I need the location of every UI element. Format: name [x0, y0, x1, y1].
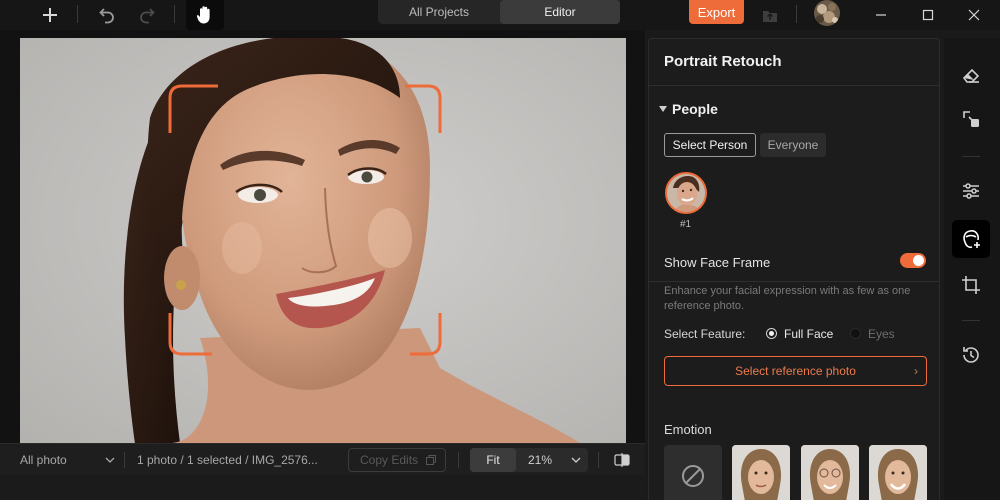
crop-icon[interactable] [952, 266, 990, 304]
filmstrip-area [0, 475, 645, 500]
portrait-photo [20, 38, 626, 443]
top-toolbar: All Projects Editor Export [0, 0, 1000, 30]
divider [174, 5, 175, 23]
tab-all-projects[interactable]: All Projects [378, 0, 500, 24]
eyes-label[interactable]: Eyes [868, 327, 895, 341]
full-face-label[interactable]: Full Face [784, 327, 833, 341]
chevron-down-icon[interactable] [570, 454, 582, 469]
divider [962, 156, 980, 157]
share-icon[interactable] [759, 0, 781, 30]
portrait-retouch-panel: Portrait Retouch People Select Person Ev… [648, 38, 940, 500]
show-face-frame-label: Show Face Frame [664, 255, 771, 270]
hand-tool-icon[interactable] [186, 0, 224, 30]
collapse-triangle-icon [659, 106, 667, 112]
compare-icon[interactable] [614, 444, 630, 476]
tab-editor[interactable]: Editor [500, 0, 620, 24]
zoom-control: Fit 21% [470, 448, 588, 472]
copy-edits-label: Copy Edits [360, 453, 419, 467]
add-icon[interactable] [38, 0, 62, 30]
people-heading: People [672, 101, 718, 117]
divider [796, 5, 797, 23]
detected-person-avatar[interactable] [665, 172, 707, 214]
show-face-frame-toggle[interactable] [900, 253, 926, 268]
emotion-thumbnail[interactable] [869, 445, 927, 500]
emotion-label: Emotion [664, 422, 712, 437]
none-icon [682, 465, 704, 487]
view-switcher: All Projects Editor [378, 0, 620, 24]
close-icon[interactable] [965, 0, 983, 30]
emotion-thumbnail[interactable] [801, 445, 859, 500]
chevron-down-icon[interactable] [104, 444, 116, 476]
undo-icon[interactable] [96, 0, 118, 30]
divider [124, 452, 125, 468]
fit-button[interactable]: Fit [470, 448, 516, 472]
object-removal-icon[interactable] [952, 100, 990, 138]
divider [598, 452, 599, 468]
filter-label: All photo [20, 453, 67, 467]
history-icon[interactable] [952, 336, 990, 374]
select-feature-label: Select Feature: [664, 327, 746, 341]
right-tool-strip [944, 38, 1000, 500]
portrait-retouch-icon[interactable] [952, 220, 990, 258]
selection-status: 1 photo / 1 selected / IMG_2576... [137, 453, 318, 467]
divider [962, 320, 980, 321]
eraser-icon[interactable] [952, 56, 990, 94]
select-reference-label: Select reference photo [735, 364, 856, 378]
bottom-status-bar: All photo 1 photo / 1 selected / IMG_257… [0, 443, 645, 475]
user-avatar[interactable] [814, 0, 840, 26]
export-button[interactable]: Export [689, 0, 744, 24]
toggle-knob [913, 255, 924, 266]
divider [649, 281, 939, 282]
adjustments-icon[interactable] [952, 172, 990, 210]
copy-icon [425, 454, 437, 469]
image-canvas[interactable] [0, 30, 645, 443]
divider [458, 452, 459, 468]
full-face-radio[interactable] [766, 328, 777, 339]
zoom-level[interactable]: 21% [528, 448, 552, 472]
select-reference-photo-button[interactable]: Select reference photo › [664, 356, 927, 386]
everyone-button[interactable]: Everyone [760, 133, 826, 157]
emotion-thumbnail[interactable] [732, 445, 790, 500]
minimize-icon[interactable] [872, 0, 890, 30]
eyes-radio[interactable] [850, 328, 861, 339]
emotion-none-option[interactable] [664, 445, 722, 500]
filter-dropdown[interactable]: All photo [20, 444, 67, 476]
maximize-icon[interactable] [919, 0, 937, 30]
people-section-header[interactable]: People [659, 101, 718, 117]
panel-title: Portrait Retouch [664, 53, 782, 70]
person-number-label: #1 [680, 219, 692, 230]
copy-edits-button[interactable]: Copy Edits [348, 448, 446, 472]
redo-icon[interactable] [136, 0, 158, 30]
divider [649, 85, 939, 86]
feature-description: Enhance your facial expression with as f… [664, 285, 911, 312]
divider [77, 5, 78, 23]
select-person-button[interactable]: Select Person [664, 133, 756, 157]
chevron-right-icon: › [914, 364, 918, 378]
